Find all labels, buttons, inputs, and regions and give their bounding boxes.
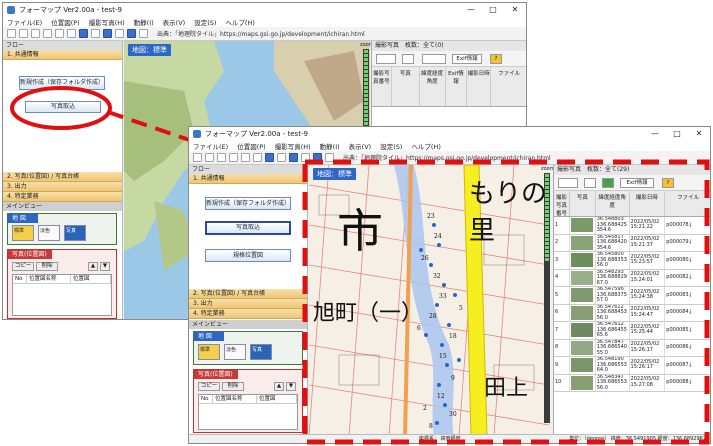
focus-frame-annotation [302, 159, 710, 445]
